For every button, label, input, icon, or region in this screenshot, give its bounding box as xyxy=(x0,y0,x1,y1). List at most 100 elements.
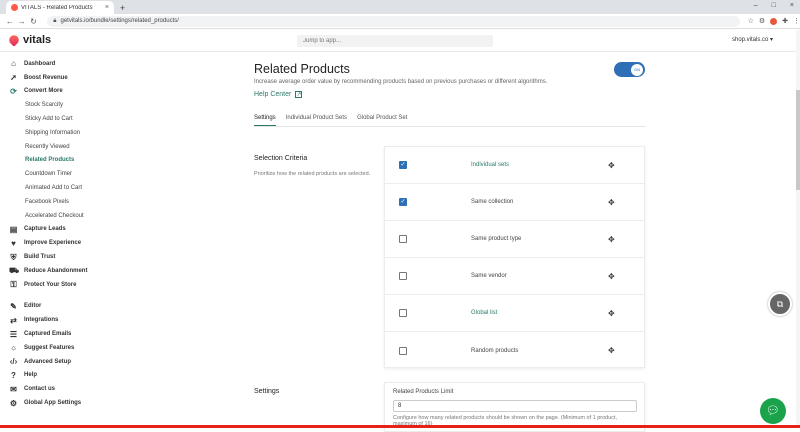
vitals-favicon-icon xyxy=(11,4,18,11)
sidebar-item-convert-more[interactable]: ⟳ Convert More xyxy=(0,85,88,99)
browser-tab[interactable]: VITALS - Related Products × xyxy=(6,1,114,14)
app-header: vitals shop.vitals.co ▾ xyxy=(0,30,800,52)
drag-handle-icon[interactable]: ✥ xyxy=(608,346,615,355)
maximize-button[interactable]: □ xyxy=(772,2,776,9)
settings-heading: Settings xyxy=(254,388,280,395)
sidebar-item-countdown-timer[interactable]: Countdown Timer xyxy=(0,167,88,181)
criteria-label: Same collection xyxy=(471,199,514,205)
heart-icon: ♥ xyxy=(11,238,16,248)
tab-close-icon[interactable]: × xyxy=(105,4,109,11)
criteria-label[interactable]: Individual sets xyxy=(471,162,509,168)
drag-handle-icon[interactable]: ✥ xyxy=(608,272,615,281)
vitals-logo[interactable]: vitals xyxy=(7,33,52,47)
jump-to-app-search-input[interactable] xyxy=(297,35,493,47)
logo-text: vitals xyxy=(23,34,52,46)
sidebar-item-recently-viewed[interactable]: Recently Viewed xyxy=(0,140,88,154)
drag-handle-icon[interactable]: ✥ xyxy=(608,161,615,170)
url-field[interactable]: 🔒︎ getvitals.io/bundle/settings/related_… xyxy=(47,15,740,27)
sidebar-item-animated-add-to-cart[interactable]: Animated Add to Cart xyxy=(0,181,88,195)
sidebar-item-build-trust[interactable]: ⛨ Build Trust xyxy=(0,250,88,264)
sidebar-divider xyxy=(0,292,88,300)
sidebar-item-integrations[interactable]: ⇄ Integrations xyxy=(0,313,88,327)
mail-icon: ✉ xyxy=(10,384,17,394)
cart-icon: ⛟ xyxy=(9,266,20,276)
sidebar-item-dashboard[interactable]: ⌂ Dashboard xyxy=(0,57,88,71)
rocket-icon: ➚ xyxy=(10,73,17,83)
selection-criteria-heading: Selection Criteria xyxy=(254,155,308,162)
tab-settings[interactable]: Settings xyxy=(254,115,276,126)
sidebar-item-editor[interactable]: ✎ Editor xyxy=(0,300,88,314)
criteria-label: Same product type xyxy=(471,236,522,242)
selection-criteria-description: Prioritize how the related products are … xyxy=(254,171,371,177)
minimize-button[interactable]: – xyxy=(754,2,758,9)
extension-icon[interactable]: ⚙ xyxy=(759,17,765,25)
sidebar-item-stock-scarcity[interactable]: Stock Scarcity xyxy=(0,98,88,112)
sidebar-item-advanced-setup[interactable]: ‹/› Advanced Setup xyxy=(0,355,88,369)
drag-handle-icon[interactable]: ✥ xyxy=(608,198,615,207)
home-icon: ⌂ xyxy=(11,59,16,69)
checkbox-unchecked[interactable] xyxy=(399,272,407,280)
chat-bubble-icon[interactable]: 💬︎ xyxy=(760,398,786,424)
criteria-row: Random products ✥ xyxy=(385,332,644,369)
vitals-extension-icon[interactable] xyxy=(770,17,778,25)
window-controls: – □ × xyxy=(754,2,794,9)
criteria-row: ✓ Individual sets ✥ xyxy=(385,147,644,184)
sidebar-item-captured-emails[interactable]: ☰ Captured Emails xyxy=(0,327,88,341)
sidebar-item-facebook-pixels[interactable]: Facebook Pixels xyxy=(0,195,88,209)
limit-label: Related Products Limit xyxy=(393,389,454,395)
checkbox-unchecked[interactable] xyxy=(399,235,407,243)
back-arrow-icon[interactable]: ← xyxy=(4,17,16,26)
page-header: Related Products Increase average order … xyxy=(254,62,547,98)
tab-individual-product-sets[interactable]: Individual Product Sets xyxy=(286,115,347,126)
checkbox-checked[interactable]: ✓ xyxy=(399,198,407,206)
vitals-heart-logo-icon xyxy=(7,33,21,47)
sidebar-item-shipping-information[interactable]: Shipping Information xyxy=(0,126,88,140)
page-title: Related Products xyxy=(254,62,350,76)
sidebar-item-contact-us[interactable]: ✉ Contact us xyxy=(0,382,88,396)
sidebar-item-protect-your-store[interactable]: ⚿ Protect Your Store xyxy=(0,278,88,292)
menu-dots-icon[interactable]: ⋮ xyxy=(793,17,800,25)
criteria-row: Global list ✥ xyxy=(385,295,644,332)
tab-global-product-set[interactable]: Global Product Set xyxy=(357,115,407,126)
lock-icon: ⚿ xyxy=(10,280,17,290)
help-center-link[interactable]: Help Center ↗ xyxy=(254,91,547,98)
list-icon: ☰ xyxy=(9,329,18,339)
new-tab-button[interactable]: + xyxy=(120,2,125,14)
sidebar-item-sticky-add-to-cart[interactable]: Sticky Add to Cart xyxy=(0,112,88,126)
bulb-icon: ☼ xyxy=(9,343,18,353)
scrollbar-thumb[interactable] xyxy=(796,90,800,190)
enable-toggle[interactable]: ON xyxy=(614,62,645,77)
lock-icon: 🔒︎ xyxy=(53,17,57,24)
address-bar-row: ← → ↻ 🔒︎ getvitals.io/bundle/settings/re… xyxy=(0,14,800,29)
toggle-knob: ON xyxy=(631,63,643,76)
puzzle-icon[interactable]: ✚ xyxy=(782,17,788,25)
checkbox-checked[interactable]: ✓ xyxy=(399,161,407,169)
clipboard-icon: ▤ xyxy=(9,224,18,234)
shield-icon: ⛨ xyxy=(10,252,17,262)
screen-overlay-icon[interactable]: ⧉ xyxy=(768,292,792,316)
tabs-divider xyxy=(254,126,646,127)
sidebar-item-related-products[interactable]: Related Products xyxy=(0,154,88,168)
sidebar-item-global-app-settings[interactable]: ⚙ Global App Settings xyxy=(0,396,88,410)
forward-arrow-icon[interactable]: → xyxy=(16,17,28,26)
criteria-label[interactable]: Global list xyxy=(471,310,497,316)
sidebar-item-suggest-features[interactable]: ☼ Suggest Features xyxy=(0,341,88,355)
star-icon[interactable]: ☆ xyxy=(748,17,754,25)
drag-handle-icon[interactable]: ✥ xyxy=(608,309,615,318)
limit-input[interactable]: 8 xyxy=(393,400,637,412)
sidebar-item-help[interactable]: ? Help xyxy=(0,369,88,383)
sidebar-item-capture-leads[interactable]: ▤ Capture Leads xyxy=(0,223,88,237)
checkbox-unchecked[interactable] xyxy=(399,346,407,355)
close-window-button[interactable]: × xyxy=(790,2,794,9)
sidebar-item-reduce-abandonment[interactable]: ⛟ Reduce Abandonment xyxy=(0,264,88,278)
checkbox-unchecked[interactable] xyxy=(399,309,407,317)
page-scrollbar[interactable] xyxy=(796,30,800,428)
sidebar-item-accelerated-checkout[interactable]: Accelerated Checkout xyxy=(0,209,88,223)
sidebar-item-boost-revenue[interactable]: ➚ Boost Revenue xyxy=(0,71,88,85)
code-icon: ‹/› xyxy=(9,357,18,367)
drag-handle-icon[interactable]: ✥ xyxy=(608,235,615,244)
cycle-icon: ⟳ xyxy=(10,86,17,96)
sidebar-item-improve-experience[interactable]: ♥ Improve Experience xyxy=(0,236,88,250)
reload-icon[interactable]: ↻ xyxy=(28,17,40,26)
shop-selector[interactable]: shop.vitals.co ▾ xyxy=(732,36,773,43)
